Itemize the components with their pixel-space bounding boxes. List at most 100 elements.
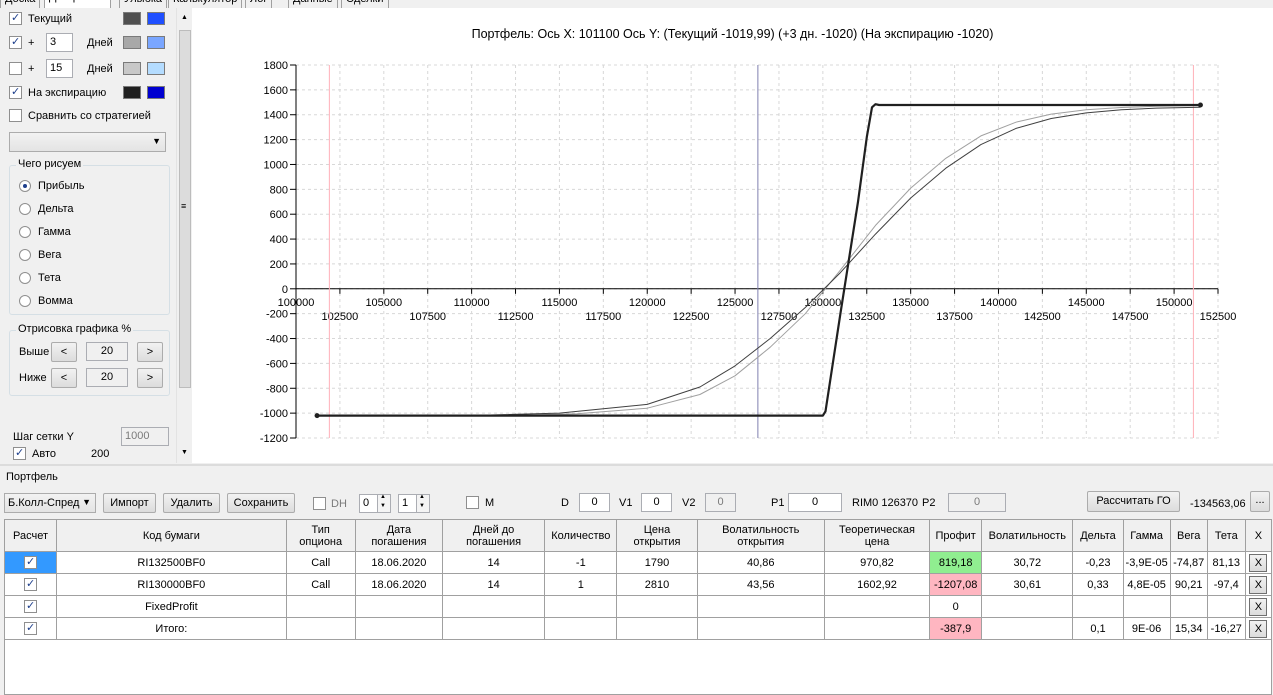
plus-days-1-checkbox[interactable]: [9, 35, 22, 49]
col-x[interactable]: X: [1244, 519, 1273, 552]
table-row[interactable]: RI130000BF0Call18.06.2020141281043,56160…: [3, 573, 1273, 596]
calc-checkbox[interactable]: [24, 599, 38, 613]
col-delta[interactable]: Дельта: [1072, 519, 1124, 552]
dh-checkbox[interactable]: [313, 497, 326, 510]
save-button[interactable]: Сохранить: [227, 493, 295, 513]
table-cell[interactable]: -387,9: [929, 617, 983, 640]
table-cell[interactable]: 4,8E-05: [1122, 573, 1171, 596]
current-color-gray[interactable]: [123, 12, 141, 25]
table-cell[interactable]: -74,87: [1169, 551, 1208, 574]
scrollbar-thumb[interactable]: ≡: [179, 30, 191, 388]
table-cell[interactable]: 81,13: [1206, 551, 1246, 574]
more-button[interactable]: ...: [1250, 491, 1270, 512]
radio-delta[interactable]: [19, 203, 31, 215]
plus3-color-gray[interactable]: [123, 36, 141, 49]
table-cell[interactable]: 40,86: [696, 551, 825, 574]
table-cell[interactable]: [696, 617, 825, 640]
v2-input[interactable]: 0: [705, 493, 736, 512]
col-expiry-date[interactable]: Дата погашения: [354, 519, 444, 552]
current-color-blue[interactable]: [147, 12, 165, 25]
table-cell[interactable]: 819,18: [929, 551, 983, 574]
d-input[interactable]: 0: [579, 493, 610, 512]
delete-row-button[interactable]: X: [1249, 553, 1268, 572]
radio-profit[interactable]: [19, 180, 31, 192]
col-calc[interactable]: Расчет: [3, 519, 58, 552]
above-decrease-button[interactable]: <: [51, 342, 77, 362]
table-cell[interactable]: 15,34: [1169, 617, 1208, 640]
table-cell[interactable]: 970,82: [823, 551, 931, 574]
left-scrollbar[interactable]: ▲ ≡ ▼: [176, 8, 192, 463]
table-cell[interactable]: 2810: [616, 573, 698, 596]
expiry-color-black[interactable]: [123, 86, 141, 99]
table-cell[interactable]: 18.06.2020: [354, 573, 444, 596]
col-theo-price[interactable]: Теоретическая цена: [823, 519, 931, 552]
table-cell[interactable]: -16,27: [1206, 617, 1246, 640]
table-cell[interactable]: [441, 617, 546, 640]
table-cell[interactable]: [441, 595, 546, 618]
table-cell[interactable]: [1169, 595, 1208, 618]
col-open-vol[interactable]: Волатильность открытия: [696, 519, 825, 552]
table-cell[interactable]: 1: [544, 573, 618, 596]
table-cell[interactable]: -0,23: [1072, 551, 1124, 574]
table-cell[interactable]: RI132500BF0: [56, 551, 287, 574]
table-cell[interactable]: FixedProfit: [56, 595, 287, 618]
table-cell[interactable]: [823, 595, 931, 618]
grid-y-input[interactable]: 1000: [121, 427, 169, 446]
days-1-input[interactable]: 3: [46, 33, 73, 52]
table-row[interactable]: RI132500BF0Call18.06.202014-1179040,8697…: [3, 551, 1273, 574]
spin-2-arrows[interactable]: [416, 494, 430, 513]
calc-go-button[interactable]: Рассчитать ГО: [1087, 491, 1180, 512]
radio-vega[interactable]: [19, 249, 31, 261]
spin-2-input[interactable]: 1: [398, 494, 418, 513]
calc-checkbox[interactable]: [24, 577, 38, 591]
radio-vomma[interactable]: [19, 295, 31, 307]
table-cell[interactable]: [285, 595, 356, 618]
plus15-color-blue[interactable]: [147, 62, 165, 75]
table-cell[interactable]: [616, 595, 698, 618]
table-cell[interactable]: [823, 617, 931, 640]
col-gamma[interactable]: Гамма: [1122, 519, 1171, 552]
col-quantity[interactable]: Количество: [544, 519, 618, 552]
col-open-price[interactable]: Цена открытия: [616, 519, 698, 552]
col-profit[interactable]: Профит: [929, 519, 983, 552]
spin-1-input[interactable]: 0: [359, 494, 379, 513]
table-cell[interactable]: -97,4: [1206, 573, 1246, 596]
table-cell[interactable]: 0,1: [1072, 617, 1124, 640]
table-cell[interactable]: [285, 617, 356, 640]
delete-button[interactable]: Удалить: [163, 493, 220, 513]
days-2-input[interactable]: 15: [46, 59, 73, 78]
table-cell[interactable]: [544, 617, 618, 640]
table-cell[interactable]: 30,72: [981, 551, 1074, 574]
table-row[interactable]: FixedProfit 0 X: [3, 595, 1273, 618]
table-cell[interactable]: 14: [441, 573, 546, 596]
row-calc-cell[interactable]: [3, 595, 58, 618]
col-days-to-expiry[interactable]: Дней до погашения: [441, 519, 546, 552]
below-value[interactable]: 20: [86, 368, 128, 387]
table-cell[interactable]: [696, 595, 825, 618]
compare-checkbox[interactable]: [9, 109, 22, 122]
scroll-up-icon[interactable]: ▲: [181, 14, 188, 21]
col-theta[interactable]: Тета: [1206, 519, 1246, 552]
above-value[interactable]: 20: [86, 342, 128, 361]
table-cell[interactable]: 90,21: [1169, 573, 1208, 596]
row-calc-cell[interactable]: [3, 551, 58, 574]
plus-days-2-checkbox[interactable]: [9, 62, 22, 75]
plus15-color-gray[interactable]: [123, 62, 141, 75]
below-increase-button[interactable]: >: [137, 368, 163, 388]
p2-input[interactable]: 0: [948, 493, 1006, 512]
table-cell[interactable]: [616, 617, 698, 640]
table-cell[interactable]: Call: [285, 573, 356, 596]
scroll-down-icon[interactable]: ▼: [181, 449, 188, 456]
col-type[interactable]: Тип опциона: [285, 519, 356, 552]
table-cell[interactable]: 0: [929, 595, 983, 618]
above-increase-button[interactable]: >: [137, 342, 163, 362]
table-cell[interactable]: 43,56: [696, 573, 825, 596]
table-cell[interactable]: [354, 595, 444, 618]
calc-checkbox[interactable]: [24, 555, 38, 569]
table-cell[interactable]: [1206, 595, 1246, 618]
row-calc-cell[interactable]: [3, 617, 58, 640]
table-row[interactable]: Итого: -387,9 0,19E-0615,34-16,27X: [3, 617, 1273, 640]
col-vol[interactable]: Волатильность: [981, 519, 1074, 552]
v1-input[interactable]: 0: [641, 493, 672, 512]
radio-theta[interactable]: [19, 272, 31, 284]
